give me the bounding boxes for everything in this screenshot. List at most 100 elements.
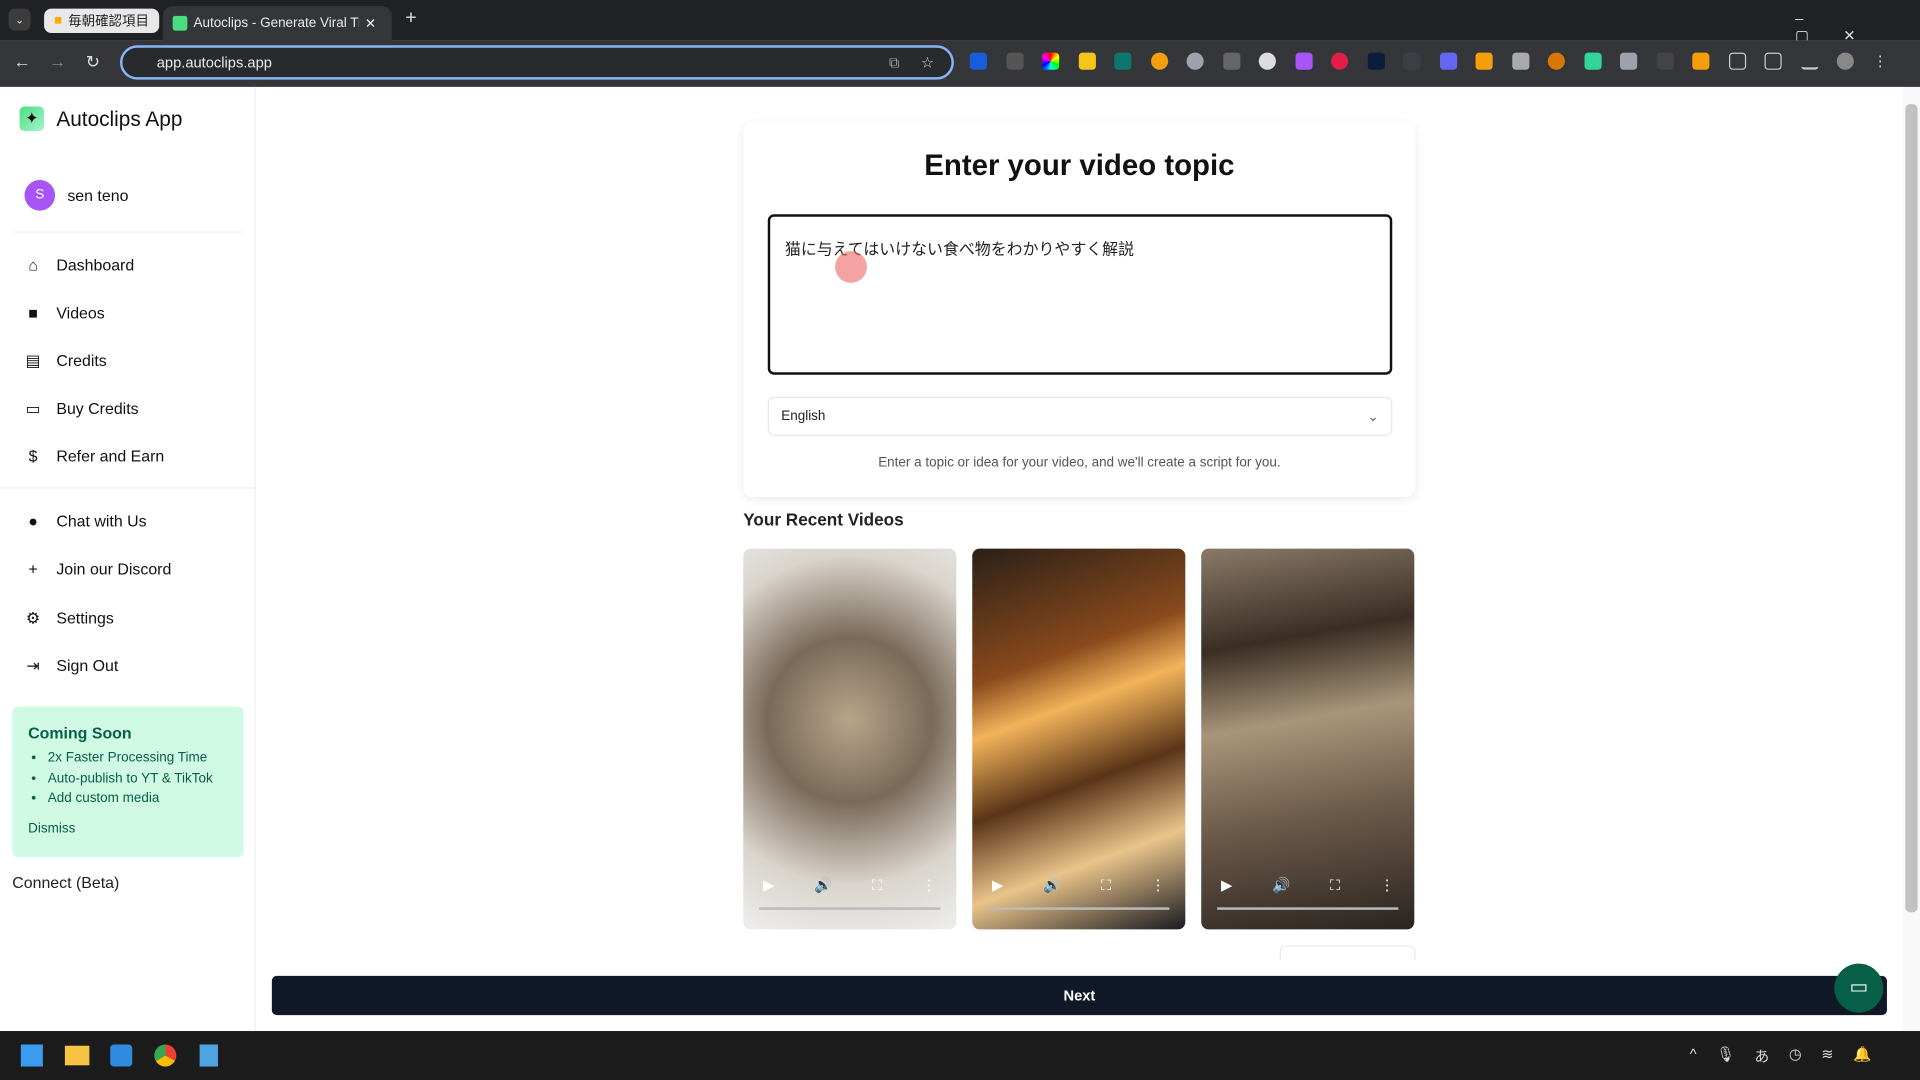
more-icon[interactable]: ⋮ — [1380, 877, 1395, 895]
more-icon[interactable]: ⋮ — [1151, 877, 1166, 895]
folder-icon: ■ — [53, 13, 63, 29]
extension-icon[interactable] — [1583, 52, 1602, 70]
sidebar: ✦ Autoclips App S sen teno ⌂ Dashboard ■ V… — [0, 86, 256, 1032]
play-icon[interactable]: ▶ — [763, 877, 774, 895]
sidebar-item-credits[interactable]: ▤ Credits — [24, 351, 107, 370]
windows-start-icon[interactable] — [20, 1044, 43, 1067]
play-icon[interactable]: ▶ — [1221, 877, 1232, 895]
hidden-button[interactable] — [1279, 945, 1416, 961]
extension-icon[interactable] — [1475, 52, 1493, 70]
bookmark-star-icon[interactable]: ☆ — [921, 54, 934, 71]
chat-icon: ● — [28, 511, 38, 531]
dismiss-button[interactable]: Dismiss — [28, 821, 228, 836]
forward-icon[interactable]: → — [49, 51, 66, 71]
app-logo-icon: ✦ — [19, 106, 45, 132]
sidebar-item-join-discord[interactable]: + Join our Discord — [24, 560, 171, 578]
volume-icon[interactable]: 🔊 — [1272, 877, 1290, 895]
extension-icon[interactable] — [1042, 52, 1060, 70]
taskbar: ^ 🎙 あ ◷ ≋ 🔔 — [0, 1031, 1920, 1080]
home-icon: ⌂ — [28, 255, 38, 275]
vscode-icon[interactable] — [110, 1044, 133, 1067]
extension-icon[interactable] — [1078, 52, 1096, 70]
new-tab-button[interactable]: + — [405, 7, 416, 29]
sidebar-item-refer-and-earn[interactable]: $ Refer and Earn — [24, 446, 165, 466]
dollar-icon: $ — [28, 446, 38, 466]
fullscreen-icon[interactable]: ⛶ — [872, 877, 882, 895]
sign-out-icon: ⇥ — [26, 655, 40, 675]
sidebar-item-dashboard[interactable]: ⌂ Dashboard — [24, 256, 134, 274]
coming-soon-panel: Coming Soon 2x Faster Processing Time Au… — [12, 706, 244, 858]
extensions-area[interactable]: ⋮ — [969, 52, 1913, 73]
window-controls[interactable]: –▢✕ — [1795, 10, 1920, 44]
extension-icon[interactable] — [1403, 52, 1421, 70]
page-title: Enter your video topic — [924, 149, 1235, 183]
extension-icon[interactable] — [1258, 52, 1276, 70]
extension-icon[interactable] — [969, 52, 987, 70]
extension-icon[interactable] — [1547, 52, 1565, 70]
topic-card: Enter your video topic 猫に与えてはいけない食べ物をわかり… — [743, 122, 1416, 498]
menu-kebab-icon[interactable]: ⋮ — [1873, 53, 1890, 70]
sidebar-item-chat-with-us[interactable]: ● Chat with Us — [24, 512, 146, 530]
microphone-icon[interactable] — [1222, 52, 1240, 70]
reload-icon[interactable]: ↻ — [86, 51, 100, 72]
tab-group-chip[interactable]: ■ 毎朝確認項目 — [44, 8, 159, 34]
play-icon[interactable]: ▶ — [992, 877, 1003, 895]
file-explorer-icon[interactable] — [64, 1045, 90, 1066]
language-select[interactable]: English ⌄ — [767, 396, 1393, 436]
scrollbar[interactable] — [1902, 86, 1920, 1032]
video-progress-bar[interactable] — [759, 907, 941, 910]
tab-active[interactable]: Autoclips - Generate Viral TikTo✕ — [162, 6, 392, 41]
translate-icon[interactable]: ⧉ — [889, 53, 900, 71]
chat-bubble-button[interactable]: ▭ — [1834, 963, 1884, 1013]
back-icon[interactable]: ← — [13, 51, 30, 71]
tab-search-button[interactable]: ⌄ — [8, 8, 31, 31]
profile-avatar[interactable] — [1836, 52, 1854, 70]
video-controls[interactable]: ▶ 🔊 ⛶ ⋮ — [1201, 877, 1414, 895]
volume-icon[interactable]: 🔊 — [814, 877, 832, 895]
extension-icon[interactable] — [1331, 52, 1349, 70]
extension-icon[interactable] — [1692, 52, 1710, 70]
shield-icon[interactable] — [1620, 52, 1638, 70]
coming-soon-item: Add custom media — [48, 789, 228, 809]
extension-icon[interactable] — [1294, 52, 1313, 70]
more-icon[interactable]: ⋮ — [922, 877, 937, 895]
connect-beta-link[interactable]: Connect (Beta) — [12, 873, 119, 891]
fullscreen-icon[interactable]: ⛶ — [1330, 877, 1340, 895]
puzzle-icon[interactable] — [1728, 52, 1746, 70]
extension-icon[interactable] — [1114, 52, 1132, 70]
video-progress-bar[interactable] — [988, 907, 1170, 910]
fullscreen-icon[interactable]: ⛶ — [1101, 877, 1111, 895]
user-profile[interactable]: S sen teno — [24, 180, 128, 211]
extension-icon[interactable] — [1186, 52, 1204, 70]
sidebar-item-videos[interactable]: ■ Videos — [24, 304, 104, 322]
sidebar-item-sign-out[interactable]: ⇥ Sign Out — [24, 655, 118, 675]
video-card[interactable]: ▶ 🔊 ⛶ ⋮ — [743, 548, 957, 930]
chevron-down-icon: ⌄ — [1367, 409, 1379, 425]
extension-icon[interactable] — [1656, 52, 1674, 70]
video-controls[interactable]: ▶ 🔊 ⛶ ⋮ — [743, 877, 956, 895]
extension-icon[interactable] — [1511, 52, 1529, 70]
close-tab-icon[interactable]: ✕ — [365, 15, 376, 32]
next-button[interactable]: Next — [271, 975, 1887, 1016]
system-tray[interactable]: ^ 🎙 あ ◷ ≋ 🔔 — [1690, 1046, 1872, 1067]
video-card[interactable]: ▶ 🔊 ⛶ ⋮ — [1201, 548, 1415, 930]
extension-icon[interactable] — [1367, 52, 1385, 70]
topic-textarea[interactable]: 猫に与えてはいけない食べ物をわかりやすく解説 — [767, 214, 1393, 375]
avatar: S — [24, 180, 56, 211]
extension-icon[interactable] — [1005, 52, 1024, 70]
app-name[interactable]: Autoclips App — [56, 108, 182, 132]
video-controls[interactable]: ▶ 🔊 ⛶ ⋮ — [972, 877, 1185, 895]
sidebar-item-settings[interactable]: ⚙ Settings — [24, 608, 114, 627]
extension-icon[interactable] — [1439, 52, 1457, 70]
extension-icon[interactable] — [1150, 52, 1168, 70]
media-icon[interactable] — [1764, 52, 1782, 70]
download-icon[interactable] — [1800, 53, 1818, 70]
address-bar[interactable]: app.autoclips.app ⧉ ☆ — [120, 45, 954, 80]
plus-icon: + — [28, 559, 38, 578]
video-progress-bar[interactable] — [1217, 907, 1399, 910]
chrome-icon[interactable] — [154, 1044, 177, 1067]
notepad-icon[interactable] — [199, 1044, 218, 1067]
sidebar-item-buy-credits[interactable]: ▭ Buy Credits — [24, 399, 139, 418]
volume-icon[interactable]: 🔊 — [1043, 877, 1061, 895]
video-card[interactable]: ▶ 🔊 ⛶ ⋮ — [972, 548, 1186, 930]
